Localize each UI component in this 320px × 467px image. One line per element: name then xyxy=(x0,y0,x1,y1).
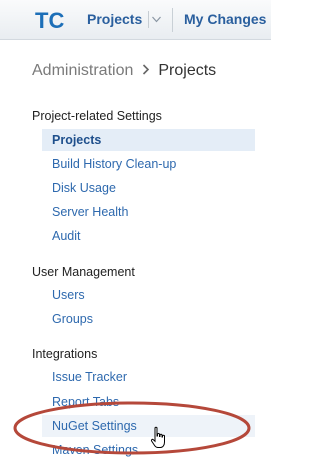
sidebar-item-projects[interactable]: Projects xyxy=(42,129,255,151)
sidebar-item-server-health[interactable]: Server Health xyxy=(42,201,255,223)
group-header-user-management: User Management xyxy=(32,265,135,279)
sidebar-item-issue-tracker[interactable]: Issue Tracker xyxy=(42,366,255,388)
sidebar-item-audit[interactable]: Audit xyxy=(42,225,255,247)
sidebar-item-report-tabs[interactable]: Report Tabs xyxy=(42,391,255,413)
sidebar-item-build-history-cleanup[interactable]: Build History Clean-up xyxy=(42,153,255,175)
nav-divider xyxy=(172,8,173,32)
hand-pointer-icon xyxy=(150,426,165,448)
group-header-integrations: Integrations xyxy=(32,347,98,361)
sidebar-item-disk-usage[interactable]: Disk Usage xyxy=(42,177,255,199)
top-navigation-bar: TC Projects My Changes xyxy=(0,0,271,40)
logo-text: TC xyxy=(35,8,64,33)
nav-my-changes-link[interactable]: My Changes xyxy=(184,11,266,27)
sidebar-item-groups[interactable]: Groups xyxy=(42,308,255,330)
chevron-down-icon[interactable] xyxy=(152,16,161,23)
group-header-project-settings: Project-related Settings xyxy=(32,109,162,123)
sidebar-item-maven-settings[interactable]: Maven Settings xyxy=(42,439,255,461)
teamcity-logo-icon[interactable]: TC xyxy=(34,5,68,35)
sidebar-item-nuget-settings[interactable]: NuGet Settings xyxy=(42,415,255,437)
breadcrumb-parent-link[interactable]: Administration xyxy=(32,62,133,79)
sidebar-item-users[interactable]: Users xyxy=(42,284,255,306)
breadcrumb-current: Projects xyxy=(158,62,217,79)
nav-separator xyxy=(148,11,149,28)
breadcrumb: Administration Projects xyxy=(32,62,216,80)
nav-projects-link[interactable]: Projects xyxy=(87,11,142,27)
chevron-right-icon xyxy=(143,64,150,75)
